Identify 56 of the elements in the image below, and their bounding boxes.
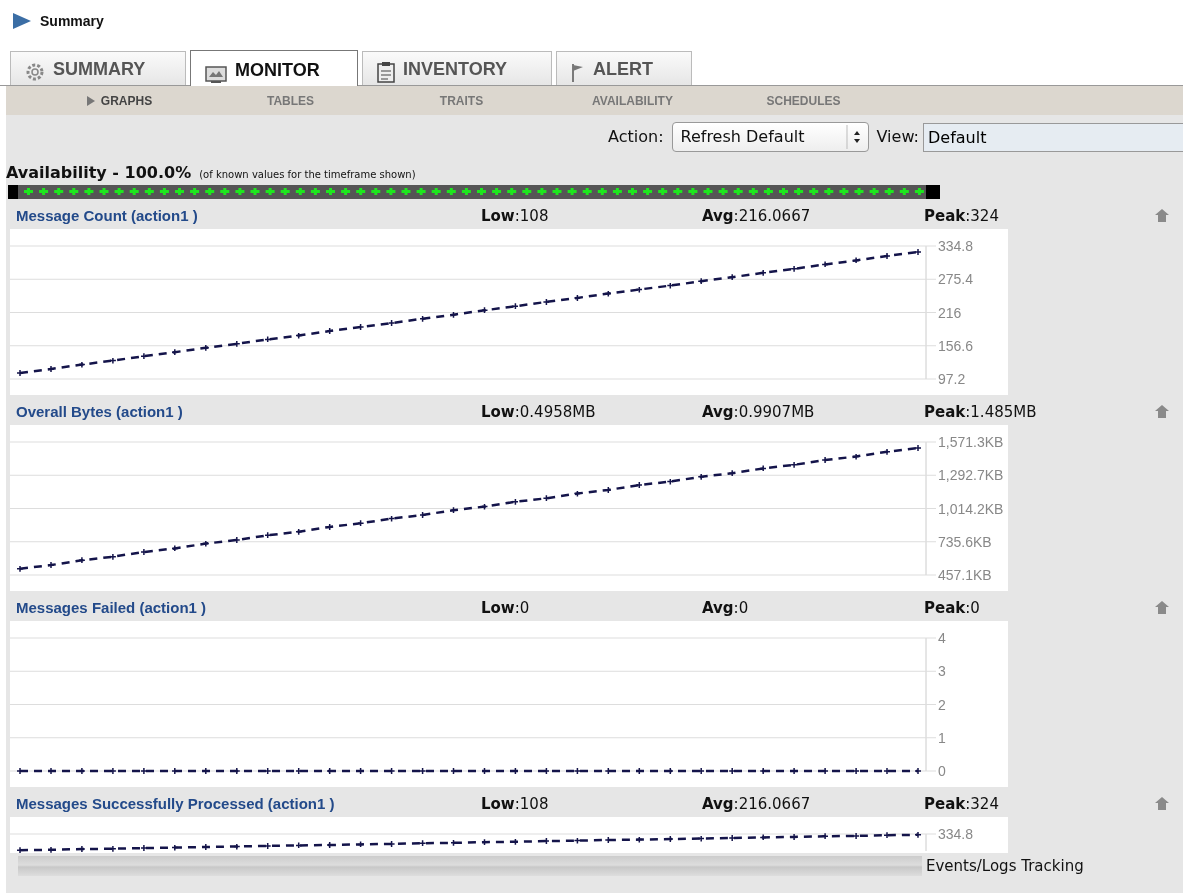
action-label: Action: <box>608 126 664 148</box>
action-dropdown[interactable]: Refresh Default <box>671 122 869 152</box>
low-value: Low:0 <box>481 597 531 619</box>
collapse-icon[interactable] <box>1154 600 1170 616</box>
axis-label: 4 <box>938 630 946 646</box>
axis-label: 1 <box>938 729 946 746</box>
subtab[interactable]: GRAPHS <box>34 90 205 111</box>
events-logs-link[interactable]: Events/Logs Tracking <box>926 855 1084 878</box>
tab[interactable]: INVENTORY <box>362 51 552 85</box>
monitor-icon <box>205 66 227 84</box>
peak-value: Peak:324 <box>924 793 1000 815</box>
flag-icon <box>571 63 585 83</box>
low-value: Low:0.4958MB <box>481 401 597 423</box>
axis-label: 1,571.3KB <box>938 434 1004 450</box>
gear-icon <box>25 61 45 83</box>
collapse-icon[interactable] <box>1154 796 1170 812</box>
peak-value: Peak:1.485MB <box>924 401 1038 423</box>
clipboard-icon <box>377 61 395 83</box>
page-title: Summary <box>40 11 104 31</box>
average-value: Avg:216.0667 <box>702 793 812 815</box>
pointer-icon <box>86 95 95 106</box>
average-value: Avg:216.0667 <box>702 205 812 227</box>
low-value: Low:108 <box>481 205 550 227</box>
availability-title: Availability - 100.0% <box>6 162 192 184</box>
tab[interactable]: ALERT <box>556 51 692 85</box>
axis-label: 735.6KB <box>938 533 992 550</box>
low-value: Low:108 <box>481 793 550 815</box>
axis-label: 1,292.7KB <box>938 467 1004 484</box>
metric-title: Message Count (action1 ) <box>15 205 199 226</box>
metric-title: Overall Bytes (action1 ) <box>15 401 184 422</box>
scrollbar[interactable] <box>18 856 922 877</box>
collapse-icon[interactable] <box>1154 208 1170 224</box>
tab[interactable]: SUMMARY <box>10 51 186 85</box>
view-label: View: <box>876 126 919 148</box>
axis-label: 216 <box>938 304 962 321</box>
axis-label: 457.1KB <box>938 567 992 583</box>
axis-label: 0 <box>938 763 946 779</box>
axis-label: 275.4 <box>938 271 974 288</box>
tab[interactable]: MONITOR <box>190 50 358 86</box>
axis-label: 1,014.2KB <box>938 500 1004 517</box>
availability-note: (of known values for the timeframe shown) <box>199 168 416 182</box>
metric-title: Messages Successfully Processed (action1 ) <box>15 793 336 814</box>
metric-title: Messages Failed (action1 ) <box>15 597 208 618</box>
axis-label: 334.8 <box>938 238 974 254</box>
axis-label: 97.2 <box>938 371 966 387</box>
average-value: Avg:0.9907MB <box>702 401 816 423</box>
peak-value: Peak:324 <box>924 205 1000 227</box>
axis-label: 156.6 <box>938 337 974 354</box>
peak-value: Peak:0 <box>924 597 981 619</box>
axis-label: 334.8 <box>938 826 974 842</box>
play-icon <box>12 12 32 30</box>
axis-label: 3 <box>938 663 946 680</box>
collapse-icon[interactable] <box>1154 404 1170 420</box>
view-field[interactable]: Default <box>923 122 1183 152</box>
average-value: Avg:0 <box>702 597 750 619</box>
axis-label: 2 <box>938 696 946 713</box>
